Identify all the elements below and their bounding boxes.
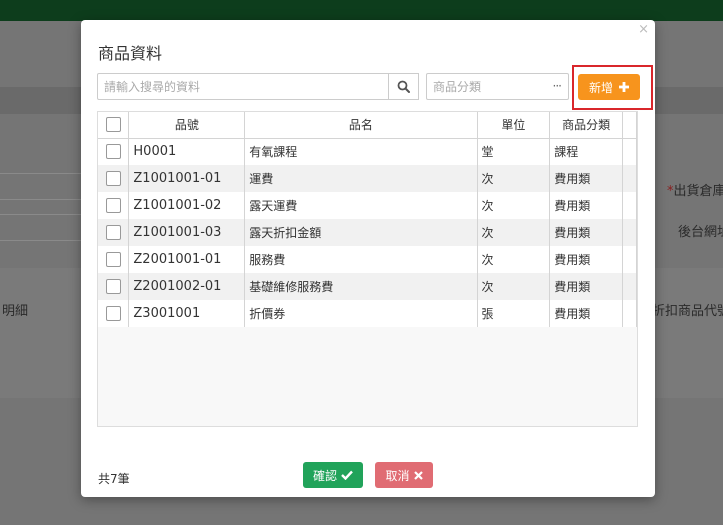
cell-category: 費用類 bbox=[549, 192, 624, 219]
top-navigation-bar bbox=[0, 0, 723, 21]
product-table: 品號 品名 單位 商品分類 H0001 有氧課程 堂 課程 Z1001001-0… bbox=[97, 111, 638, 427]
cell-name: 有氧課程 bbox=[244, 138, 478, 165]
search-input[interactable] bbox=[98, 74, 388, 99]
background-divider bbox=[0, 240, 82, 241]
select-all-checkbox[interactable] bbox=[105, 117, 121, 133]
cell-unit: 堂 bbox=[477, 138, 551, 165]
modal-title: 商品資料 bbox=[98, 44, 163, 63]
product-data-modal: × 商品資料 ··· 新增 品號 品名 單位 商品分 bbox=[81, 20, 655, 497]
background-backend-url-label: 後台網址 bbox=[678, 225, 723, 240]
header-code: 品號 bbox=[128, 112, 246, 139]
table-row[interactable]: H0001 有氧課程 堂 課程 bbox=[98, 138, 637, 165]
cell-unit: 次 bbox=[477, 219, 551, 246]
plus-icon bbox=[619, 82, 629, 92]
cell-unit: 次 bbox=[477, 165, 551, 192]
background-detail-label: 明細 bbox=[2, 304, 29, 319]
row-checkbox[interactable] bbox=[105, 144, 121, 160]
header-category: 商品分類 bbox=[549, 112, 624, 139]
table-row[interactable]: Z2001002-01 基礎維修服務費 次 費用類 bbox=[98, 273, 637, 300]
table-row[interactable]: Z3001001 折價券 張 費用類 bbox=[98, 300, 637, 327]
search-button[interactable] bbox=[389, 73, 419, 100]
background-divider bbox=[0, 173, 82, 174]
table-row[interactable]: Z1001001-01 運費 次 費用類 bbox=[98, 165, 637, 192]
background-discount-code-label: 折扣商品代號 bbox=[652, 304, 723, 319]
add-button[interactable]: 新增 bbox=[578, 74, 640, 100]
row-checkbox[interactable] bbox=[105, 279, 121, 294]
cell-code: Z1001001-03 bbox=[128, 219, 246, 246]
search-field bbox=[97, 73, 389, 100]
table-row[interactable]: Z1001001-03 露天折扣金額 次 費用類 bbox=[98, 219, 637, 246]
table-header-row: 品號 品名 單位 商品分類 bbox=[98, 112, 637, 139]
header-spacer bbox=[622, 112, 637, 139]
cell-category: 費用類 bbox=[549, 219, 624, 246]
row-checkbox[interactable] bbox=[105, 225, 121, 240]
table-row[interactable]: Z1001001-02 露天運費 次 費用類 bbox=[98, 192, 637, 219]
row-checkbox[interactable] bbox=[105, 171, 121, 186]
header-name: 品名 bbox=[244, 112, 478, 139]
cell-unit: 次 bbox=[477, 192, 551, 219]
cell-name: 服務費 bbox=[244, 246, 478, 273]
cell-name: 露天運費 bbox=[244, 192, 478, 219]
cancel-button-label: 取消 bbox=[385, 468, 410, 483]
cell-unit: 張 bbox=[477, 300, 551, 327]
cell-name: 基礎維修服務費 bbox=[244, 273, 478, 300]
cell-code: Z2001002-01 bbox=[128, 273, 246, 300]
search-icon bbox=[397, 80, 410, 93]
cell-category: 費用類 bbox=[549, 165, 624, 192]
record-count: 共7筆 bbox=[98, 472, 130, 486]
cell-name: 運費 bbox=[244, 165, 478, 192]
category-selector[interactable]: ··· bbox=[426, 73, 569, 100]
category-input[interactable] bbox=[427, 74, 568, 99]
cell-code: Z3001001 bbox=[128, 300, 246, 327]
cell-category: 費用類 bbox=[549, 246, 624, 273]
background-divider bbox=[0, 199, 82, 200]
cell-code: H0001 bbox=[128, 138, 246, 165]
background-divider bbox=[0, 214, 82, 215]
cell-code: Z1001001-02 bbox=[128, 192, 246, 219]
header-unit: 單位 bbox=[477, 112, 551, 139]
check-icon bbox=[341, 470, 353, 480]
background-warehouse-label: *出貨倉庫 bbox=[667, 184, 723, 199]
more-options-icon[interactable]: ··· bbox=[553, 79, 563, 93]
cell-name: 露天折扣金額 bbox=[244, 219, 478, 246]
row-checkbox[interactable] bbox=[105, 198, 121, 213]
cancel-button[interactable]: 取消 bbox=[375, 462, 433, 488]
cell-unit: 次 bbox=[477, 246, 551, 273]
confirm-button[interactable]: 確認 bbox=[303, 462, 363, 488]
table-row[interactable]: Z2001001-01 服務費 次 費用類 bbox=[98, 246, 637, 273]
cell-category: 課程 bbox=[549, 138, 624, 165]
cell-category: 費用類 bbox=[549, 273, 624, 300]
row-checkbox[interactable] bbox=[105, 252, 121, 267]
header-select-all bbox=[98, 112, 130, 139]
cell-category: 費用類 bbox=[549, 300, 624, 327]
close-icon[interactable]: × bbox=[638, 22, 649, 37]
close-x-icon bbox=[413, 470, 423, 480]
cell-unit: 次 bbox=[477, 273, 551, 300]
row-checkbox[interactable] bbox=[105, 306, 121, 321]
confirm-button-label: 確認 bbox=[312, 468, 337, 483]
cell-code: Z2001001-01 bbox=[128, 246, 246, 273]
add-button-label: 新增 bbox=[588, 80, 613, 95]
cell-name: 折價券 bbox=[244, 300, 478, 327]
cell-code: Z1001001-01 bbox=[128, 165, 246, 192]
